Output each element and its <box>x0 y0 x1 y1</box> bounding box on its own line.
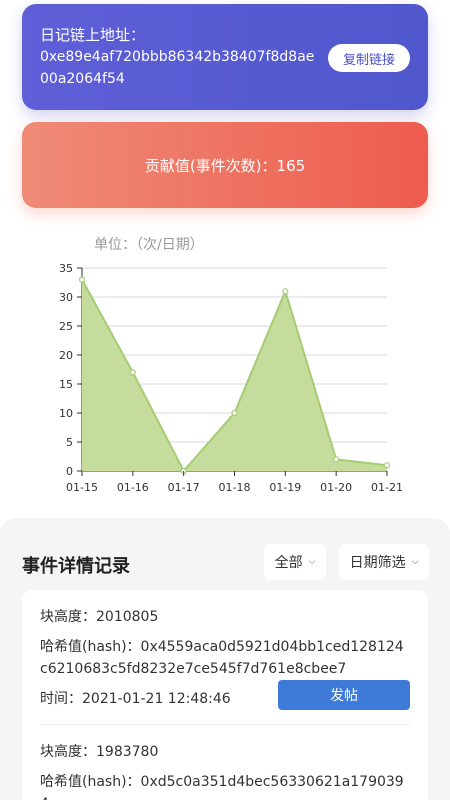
y-tick-label: 35 <box>59 262 73 275</box>
address-card: 日记链上地址： 0xe89e4af720bbb86342b38407f8d8ae… <box>22 4 428 110</box>
records-panel: 事件详情记录 全部 ⌵ 日期筛选 ⌵ 块高度：2010805 哈希值(hash)… <box>0 518 450 800</box>
y-tick-label: 10 <box>59 407 73 420</box>
hash-row: 哈希值(hash)：0x4559aca0d5921d04bb1ced128124… <box>40 636 410 680</box>
y-tick-label: 5 <box>66 436 73 449</box>
copy-link-button[interactable]: 复制链接 <box>328 44 410 72</box>
data-point <box>282 288 289 295</box>
date-filter-dropdown[interactable]: 日期筛选 ⌵ <box>339 544 429 580</box>
y-tick-label: 30 <box>59 291 73 304</box>
filter-all-label: 全部 <box>274 555 303 571</box>
chart-unit-label: 单位：（次/日期） <box>94 237 204 253</box>
chevron-down-icon: ⌵ <box>411 557 419 567</box>
x-tick-label: 01-18 <box>219 481 251 494</box>
post-button[interactable]: 发帖 <box>278 680 410 710</box>
data-point <box>129 369 136 376</box>
x-tick-label: 01-19 <box>269 481 301 494</box>
x-tick-label: 01-15 <box>66 481 98 494</box>
list-item: 块高度：1983780 哈希值(hash)：0xd5c0a351d4bec563… <box>40 725 410 800</box>
x-tick-label: 01-16 <box>117 481 149 494</box>
hash-label: 哈希值(hash)： <box>40 774 141 790</box>
block-height-value: 1983780 <box>96 744 159 760</box>
data-point <box>78 276 86 283</box>
filter-date-label: 日期筛选 <box>349 555 406 571</box>
address-value: 0xe89e4af720bbb86342b38407f8d8ae00a2064f… <box>40 49 315 87</box>
records-list: 块高度：2010805 哈希值(hash)：0x4559aca0d5921d04… <box>22 590 428 800</box>
time-label: 时间： <box>40 691 82 707</box>
block-height-row: 块高度：2010805 <box>40 606 410 628</box>
address-label: 日记链上地址： <box>40 26 146 44</box>
records-title: 事件详情记录 <box>22 556 130 577</box>
event-chart: 单位：（次/日期） 0 5 10 15 20 25 30 35 01-15 01-16 01-17 01… <box>0 222 450 512</box>
data-point <box>383 462 391 469</box>
hash-label: 哈希值(hash)： <box>40 639 141 655</box>
x-tick-label: 01-17 <box>168 481 200 494</box>
data-point <box>231 409 238 417</box>
y-tick-label: 0 <box>66 465 73 478</box>
y-tick-label: 15 <box>59 378 73 391</box>
x-tick-label: 01-20 <box>320 481 352 494</box>
chart-svg: 单位：（次/日期） 0 5 10 15 20 25 30 35 01-15 01-16 01-17 01… <box>59 237 403 494</box>
list-item: 块高度：2010805 哈希值(hash)：0x4559aca0d5921d04… <box>40 590 410 725</box>
chevron-down-icon: ⌵ <box>308 557 316 567</box>
x-tick-label: 01-21 <box>371 481 403 494</box>
filter-all-dropdown[interactable]: 全部 ⌵ <box>264 544 326 580</box>
contribution-text: 贡献值(事件次数)：165 <box>144 156 306 175</box>
block-height-row: 块高度：1983780 <box>40 741 410 763</box>
y-tick-label: 25 <box>59 320 73 333</box>
hash-row: 哈希值(hash)：0xd5c0a351d4bec56330621a179039… <box>40 771 410 800</box>
y-tick-label: 20 <box>59 349 73 362</box>
block-height-label: 块高度： <box>40 609 96 625</box>
contribution-card: 贡献值(事件次数)：165 <box>22 122 428 208</box>
block-height-label: 块高度： <box>40 744 96 760</box>
data-point <box>333 456 340 463</box>
block-height-value: 2010805 <box>96 609 159 625</box>
time-value: 2021-01-21 12:48:46 <box>82 691 231 707</box>
